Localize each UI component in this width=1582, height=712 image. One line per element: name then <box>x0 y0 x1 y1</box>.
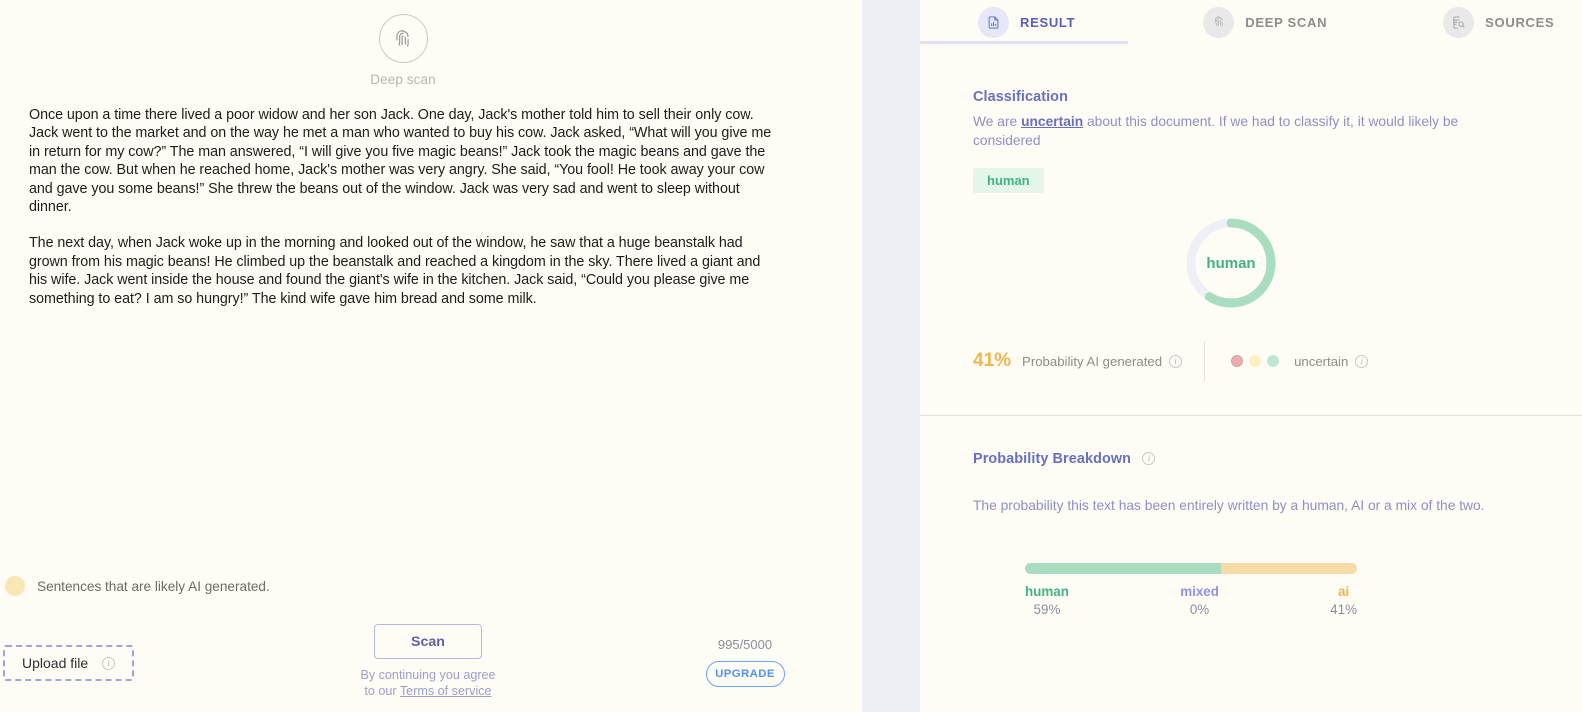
deep-scan-header: Deep scan <box>0 14 806 87</box>
ai-probability-value: 41% <box>973 350 1012 371</box>
classification-emphasis: uncertain <box>1021 114 1084 129</box>
status-badge: human <box>973 168 1044 193</box>
bar-segment-human <box>1025 563 1221 574</box>
terms-notice: By continuing you agree to our Terms of … <box>360 667 495 699</box>
upgrade-button[interactable]: UPGRADE <box>705 661 785 687</box>
donut-center-label: human <box>1206 254 1256 272</box>
tab-result-label: RESULT <box>1020 14 1076 30</box>
fingerprint-icon[interactable] <box>378 14 428 63</box>
results-panel: RESULT DEEP SCAN SOURCES Classification … <box>920 0 1582 712</box>
confidence-dot-ai <box>1231 355 1244 367</box>
breakdown-value-human: 59% <box>1033 602 1061 617</box>
info-icon[interactable]: i <box>1355 354 1369 368</box>
terms-line-1: By continuing you agree <box>360 668 496 682</box>
upload-file-button[interactable]: Upload file i <box>3 645 134 681</box>
confidence-label: uncertain <box>1294 353 1349 369</box>
scan-button[interactable]: Scan <box>374 624 482 659</box>
confidence-dot-uncertain <box>1249 355 1262 367</box>
quota-area: 995/5000 UPGRADE <box>665 637 825 687</box>
stats-separator <box>1204 341 1206 381</box>
classification-body: We are uncertain about this document. If… <box>973 112 1473 150</box>
probability-breakdown-card: Probability Breakdown i The probability … <box>920 416 1582 617</box>
breakdown-name-mixed: mixed <box>1180 584 1219 599</box>
tab-sources[interactable]: SOURCES <box>1443 0 1554 44</box>
document-paragraph: The next day, when Jack woke up in the m… <box>29 235 761 307</box>
tab-deep-scan[interactable]: DEEP SCAN <box>1203 0 1327 44</box>
breakdown-bar-chart: human 59% mixed 0% ai 41% <box>920 563 1582 617</box>
tab-result[interactable]: RESULT <box>978 0 1075 44</box>
quota-counter: 995/5000 <box>717 637 773 652</box>
breakdown-heading-row: Probability Breakdown i <box>973 450 1582 468</box>
fingerprint-icon <box>1203 6 1235 38</box>
info-icon[interactable]: i <box>1142 452 1156 466</box>
breakdown-bar-labels: human 59% mixed 0% ai 41% <box>1025 584 1357 617</box>
bar-segment-ai <box>1220 563 1357 574</box>
confidence-dot-human <box>1267 355 1280 367</box>
legend-label: Sentences that are likely AI generated. <box>37 578 270 594</box>
deep-scan-label: Deep scan <box>370 72 436 87</box>
document-chart-icon <box>978 6 1009 38</box>
classification-title: Classification <box>973 89 1068 105</box>
panel-divider <box>862 0 920 712</box>
ai-probability-label: Probability AI generated <box>1022 353 1163 369</box>
terms-line-2: to our Terms of service <box>360 683 495 699</box>
probability-stats-row: 41% Probability AI generated i uncertain… <box>920 341 1582 381</box>
legend-color-swatch <box>5 576 25 596</box>
breakdown-item-human: human 59% <box>1025 584 1069 617</box>
breakdown-bar <box>1025 563 1357 574</box>
probability-donut: human <box>900 215 1562 311</box>
classification-section: Classification We are uncertain about th… <box>920 44 1582 193</box>
results-tabs: RESULT DEEP SCAN SOURCES <box>920 0 1582 45</box>
document-text[interactable]: Once upon a time there lived a poor wido… <box>29 106 774 326</box>
info-icon[interactable]: i <box>102 656 116 670</box>
document-paragraph: Once upon a time there lived a poor wido… <box>29 107 772 216</box>
breakdown-item-ai: ai 41% <box>1330 584 1357 617</box>
document-search-icon <box>1443 6 1475 38</box>
breakdown-description: The probability this text has been entir… <box>973 498 1485 513</box>
classification-body-before: We are <box>973 114 1022 129</box>
ai-detector-app: Deep scan Once upon a time there lived a… <box>0 0 1582 712</box>
confidence-dots <box>1231 355 1280 367</box>
terms-prefix: to our <box>364 684 400 698</box>
breakdown-value-mixed: 0% <box>1189 602 1210 617</box>
scan-area: Scan By continuing you agree to our Term… <box>330 624 526 699</box>
tab-sources-label: SOURCES <box>1485 14 1555 30</box>
breakdown-item-mixed: mixed 0% <box>1180 584 1219 617</box>
upload-file-label: Upload file <box>22 655 89 671</box>
tab-deep-scan-label: DEEP SCAN <box>1245 14 1328 30</box>
breakdown-value-ai: 41% <box>1330 602 1357 617</box>
breakdown-section: Probability Breakdown i The probability … <box>920 416 1582 515</box>
breakdown-name-ai: ai <box>1337 584 1350 599</box>
breakdown-name-human: human <box>1025 584 1069 599</box>
info-icon[interactable]: i <box>1169 354 1183 368</box>
editor-panel: Deep scan Once upon a time there lived a… <box>0 0 862 712</box>
breakdown-title: Probability Breakdown <box>973 451 1132 467</box>
legend-ai-sentences: Sentences that are likely AI generated. <box>5 576 270 596</box>
classification-card: Classification We are uncertain about th… <box>920 44 1582 416</box>
terms-of-service-link[interactable]: Terms of service <box>400 684 492 698</box>
